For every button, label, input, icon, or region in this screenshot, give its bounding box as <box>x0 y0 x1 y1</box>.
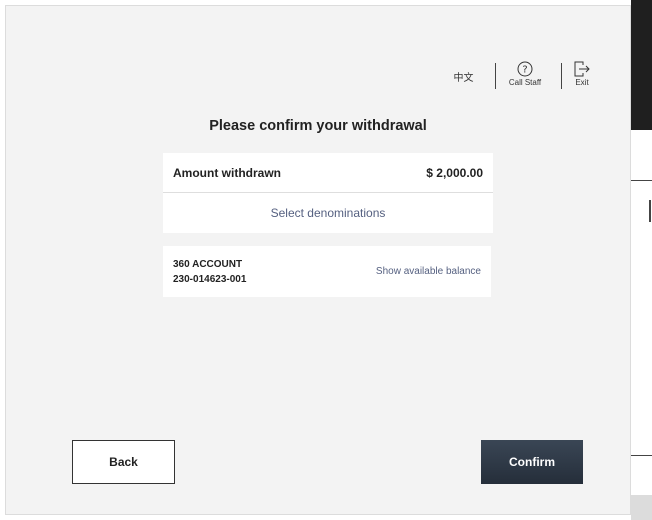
nav-divider <box>495 63 496 89</box>
account-name: 360 ACCOUNT <box>173 258 243 270</box>
account-number: 230-014623-001 <box>173 273 247 285</box>
confirm-button[interactable]: Confirm <box>481 440 583 484</box>
account-card: 360 ACCOUNT 230-014623-001 Show availabl… <box>163 246 491 297</box>
edge-dark-block <box>631 0 652 130</box>
select-denominations-link[interactable]: Select denominations <box>163 193 493 233</box>
edge-line <box>631 180 652 181</box>
edge-line <box>631 455 652 456</box>
amount-row: Amount withdrawn $ 2,000.00 <box>163 153 493 193</box>
atm-screen: 中文 ? Call Staff Exit Please confirm your… <box>5 5 631 515</box>
amount-card: Amount withdrawn $ 2,000.00 Select denom… <box>163 153 493 233</box>
amount-label: Amount withdrawn <box>173 165 281 180</box>
question-circle-icon: ? <box>517 61 533 77</box>
edge-bottom-block <box>631 495 652 520</box>
call-staff-button[interactable]: ? Call Staff <box>502 61 548 87</box>
edge-line <box>649 200 651 222</box>
amount-value: $ 2,000.00 <box>426 165 483 180</box>
svg-text:?: ? <box>522 65 527 76</box>
nav-divider <box>561 63 562 89</box>
adjacent-window-edge <box>631 0 652 520</box>
exit-label: Exit <box>575 78 589 87</box>
call-staff-label: Call Staff <box>508 78 542 87</box>
back-button[interactable]: Back <box>72 440 175 484</box>
exit-door-icon <box>574 61 590 77</box>
exit-button[interactable]: Exit <box>568 61 596 87</box>
page-title: Please confirm your withdrawal <box>209 118 427 134</box>
account-info: 360 ACCOUNT 230-014623-001 <box>173 257 246 287</box>
language-toggle-button[interactable]: 中文 <box>446 69 481 84</box>
show-balance-link[interactable]: Show available balance <box>376 266 481 277</box>
